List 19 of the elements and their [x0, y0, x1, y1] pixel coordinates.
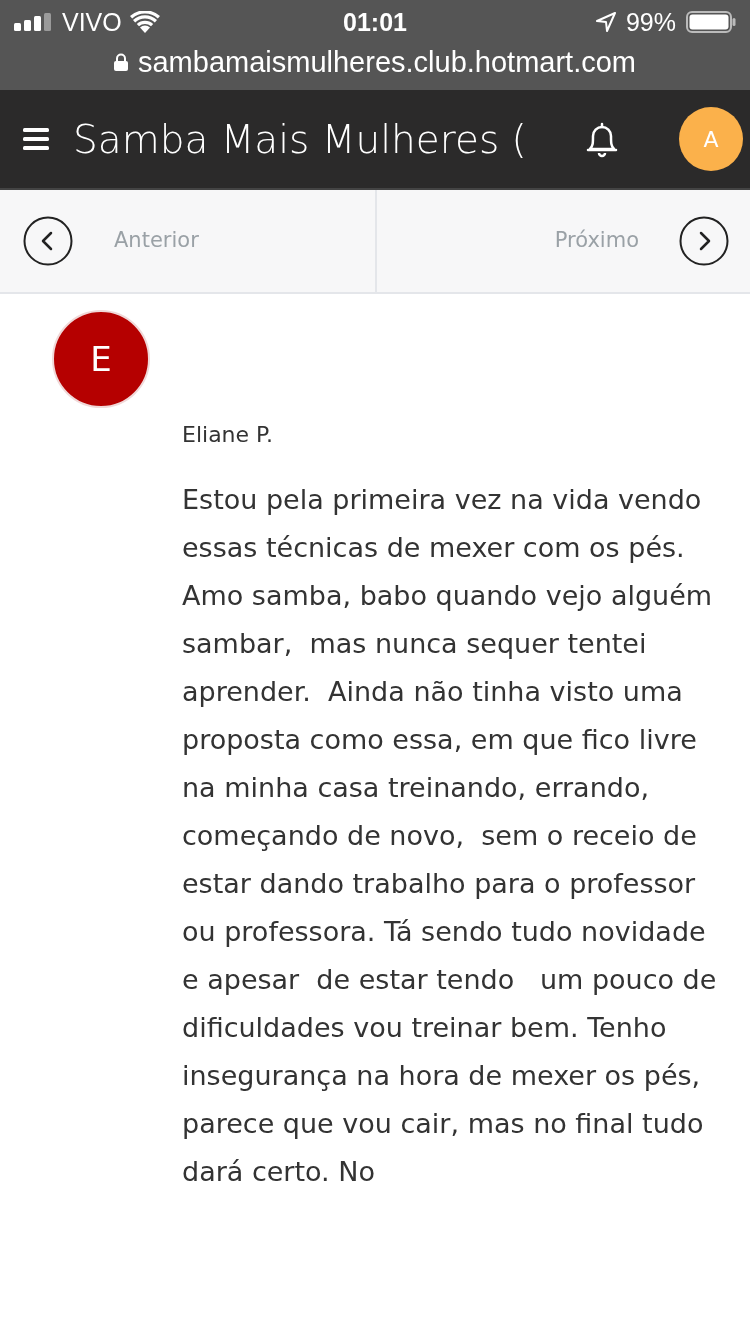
menu-icon[interactable] [23, 128, 49, 150]
battery-percentage: 99% [625, 9, 676, 35]
lock-icon [114, 53, 128, 71]
previous-lesson-button[interactable]: Anterior [0, 190, 377, 292]
course-title: Samba Mais Mulheres ( [73, 119, 528, 159]
battery-icon [686, 11, 736, 33]
user-avatar[interactable]: A [679, 107, 743, 171]
signal-icon [14, 13, 54, 31]
chevron-right-icon [679, 216, 729, 266]
wifi-icon [129, 11, 160, 33]
location-arrow-icon [595, 12, 616, 32]
comment-text: Estou pela primeira vez na vida vendo essas técnicas de mexer com os pés. Amo samba, babo quando vejo alguém sambar, mas nunca sequer tentei aprender. Ainda não tinha visto uma proposta como essa, em que fico livre na minha casa treinando, errando, começando de novo, sem o receio de estar dando trabalho para o professor ou professora. Tá sendo tudo novidade e apesar de estar tendo um pouco de dificuldades vou treinar bem. Tenho insegurança na hora de mexer os pés, parece que vou cair, mas no final tudo dará certo. No [182, 483, 718, 1189]
next-lesson-button[interactable]: Próximo [377, 190, 750, 292]
carrier-name: VIVO [62, 9, 122, 35]
comment-author: Eliane P. [182, 421, 274, 449]
clock-time: 01:01 [343, 9, 407, 35]
chevron-left-icon [23, 216, 73, 266]
commenter-avatar: E [52, 310, 150, 408]
url-text[interactable]: sambamaismulheres.club.hotmart.com [138, 47, 636, 77]
